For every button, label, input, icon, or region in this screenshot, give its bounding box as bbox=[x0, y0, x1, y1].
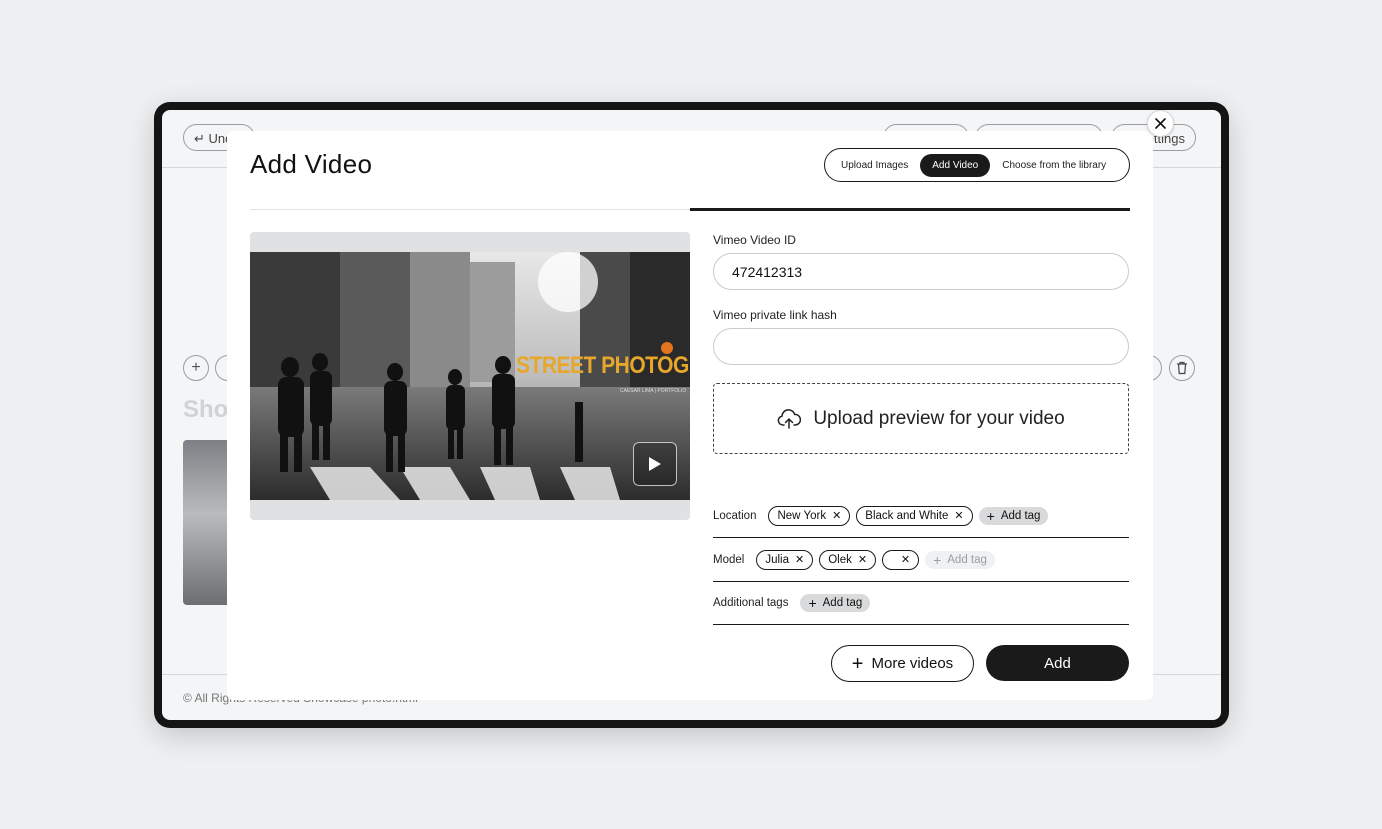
private-hash-input[interactable] bbox=[713, 328, 1129, 365]
model-label: Model bbox=[713, 554, 745, 566]
plus-icon: + bbox=[986, 508, 995, 524]
trash-icon[interactable] bbox=[1169, 355, 1195, 381]
remove-tag-icon[interactable]: ✕ bbox=[795, 554, 804, 566]
plus-icon: + bbox=[933, 552, 942, 568]
add-video-modal: Add Video Upload Images Add Video Choose… bbox=[227, 131, 1153, 700]
play-icon bbox=[649, 457, 661, 471]
play-button[interactable] bbox=[633, 442, 677, 486]
additional-tags-label: Additional tags bbox=[713, 597, 789, 609]
remove-tag-icon[interactable]: ✕ bbox=[954, 510, 963, 522]
modal-title: Add Video bbox=[250, 149, 373, 179]
location-tag-row: Location New York ✕ Black and White ✕ + Add… bbox=[713, 495, 1129, 538]
divider bbox=[250, 209, 690, 210]
add-model-tag-button[interactable]: + Add tag bbox=[925, 551, 995, 569]
remove-tag-icon[interactable]: ✕ bbox=[832, 510, 841, 522]
upload-preview-label: Upload preview for your video bbox=[813, 407, 1065, 429]
tag-chip: Olek ✕ bbox=[819, 550, 877, 570]
add-additional-tag-button[interactable]: + Add tag bbox=[800, 594, 871, 612]
add-location-tag-button[interactable]: + Add tag bbox=[978, 507, 1049, 525]
model-tag-row: Model Julia ✕ Olek ✕ ✕ + Add tag bbox=[713, 539, 1129, 582]
tag-chip: New York ✕ bbox=[768, 506, 851, 526]
video-preview: STREET PHOTOGRAPHY CAESAR LIMA | PORTFOL… bbox=[250, 232, 690, 520]
private-hash-label: Vimeo private link hash bbox=[713, 308, 837, 322]
plus-icon: + bbox=[808, 595, 817, 611]
remove-tag-icon[interactable]: ✕ bbox=[858, 554, 867, 566]
cloud-upload-icon bbox=[777, 408, 802, 429]
tab-choose-library[interactable]: Choose from the library bbox=[990, 154, 1118, 177]
location-label: Location bbox=[713, 510, 757, 522]
remove-tag-icon[interactable]: ✕ bbox=[901, 554, 910, 566]
source-tabs: Upload Images Add Video Choose from the … bbox=[824, 148, 1130, 182]
video-overlay-title: STREET PHOTOGRAPHY bbox=[516, 352, 690, 379]
page-heading: Sho bbox=[183, 396, 229, 423]
close-modal-button[interactable] bbox=[1147, 110, 1174, 137]
tag-chip: Julia ✕ bbox=[756, 550, 814, 570]
tab-upload-images[interactable]: Upload Images bbox=[829, 154, 920, 177]
active-tab-indicator bbox=[690, 208, 1130, 211]
add-icon[interactable]: + bbox=[183, 355, 209, 381]
tag-chip-input[interactable]: ✕ bbox=[882, 550, 920, 570]
additional-tag-row: Additional tags + Add tag bbox=[713, 582, 1129, 625]
add-button[interactable]: Add bbox=[986, 645, 1129, 681]
more-videos-button[interactable]: + More videos bbox=[831, 645, 974, 682]
video-overlay-subtitle: CAESAR LIMA | PORTFOLIO bbox=[620, 388, 687, 394]
undo-icon: ↵ bbox=[194, 131, 209, 146]
tag-chip: Black and White ✕ bbox=[856, 506, 973, 526]
plus-icon: + bbox=[851, 652, 864, 675]
upload-preview-dropzone[interactable]: Upload preview for your video bbox=[713, 383, 1129, 454]
vimeo-id-label: Vimeo Video ID bbox=[713, 233, 796, 247]
tab-add-video[interactable]: Add Video bbox=[920, 153, 991, 177]
video-thumbnail: STREET PHOTOGRAPHY CAESAR LIMA | PORTFOL… bbox=[250, 252, 690, 500]
vimeo-id-input[interactable] bbox=[713, 253, 1129, 290]
close-icon bbox=[1155, 118, 1166, 129]
